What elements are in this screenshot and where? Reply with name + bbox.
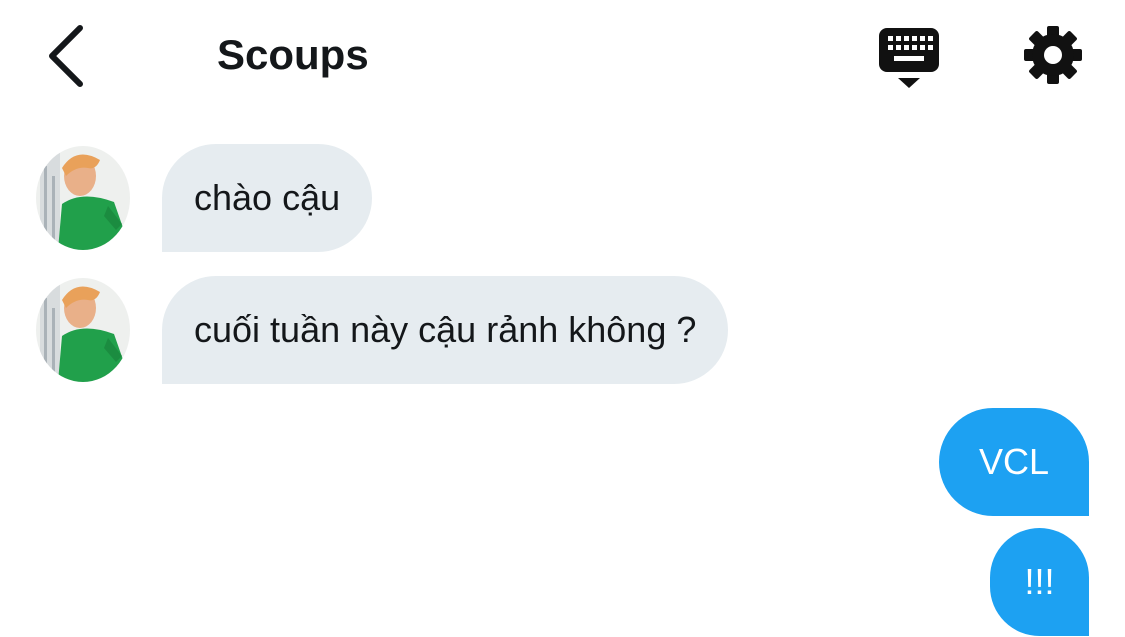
conversation-header: Scoups xyxy=(0,0,1125,110)
back-button[interactable] xyxy=(38,20,98,90)
avatar-image xyxy=(36,146,130,250)
incoming-message-bubble[interactable]: chào cậu xyxy=(162,144,373,252)
outgoing-message-bubble[interactable]: VCL xyxy=(939,408,1089,516)
conversation-title: Scoups xyxy=(217,31,369,78)
keyboard-hide-icon xyxy=(879,28,939,88)
avatar[interactable] xyxy=(36,146,130,250)
avatar-image xyxy=(36,278,130,382)
message-row: cuối tuần này cậu rảnh không ? xyxy=(0,276,1125,384)
settings-button[interactable] xyxy=(1022,24,1084,86)
message-row: chào cậu xyxy=(0,144,1125,252)
gear-icon xyxy=(1024,26,1082,84)
outgoing-message-bubble[interactable]: !!! xyxy=(990,528,1089,636)
message-row: !!! xyxy=(0,528,1125,636)
avatar[interactable] xyxy=(36,278,130,382)
chevron-left-icon xyxy=(49,25,83,87)
incoming-message-bubble[interactable]: cuối tuần này cậu rảnh không ? xyxy=(162,276,729,384)
keyboard-toggle-button[interactable] xyxy=(876,24,942,90)
message-row: VCL xyxy=(0,408,1125,516)
